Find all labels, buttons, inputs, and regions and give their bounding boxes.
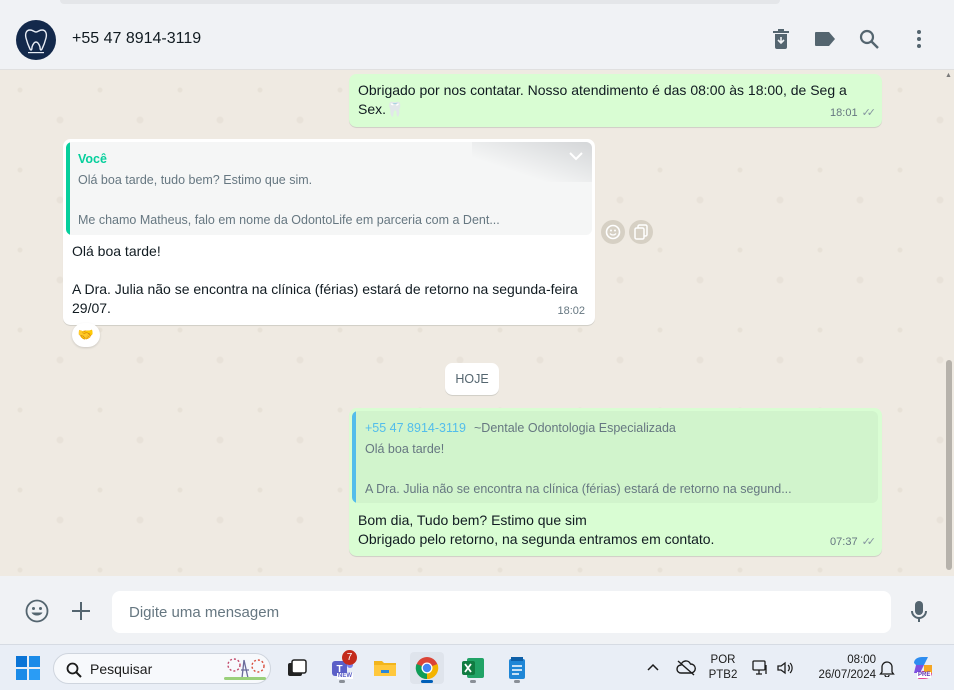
message-text: Olá boa tarde! — [72, 243, 161, 259]
message-composer — [0, 576, 954, 644]
running-indicator — [514, 680, 520, 683]
new-tag: NEW — [337, 673, 353, 679]
keyboard-layout: PTB2 — [708, 669, 738, 681]
quote-author: Você — [78, 152, 107, 166]
quote-text: Olá boa tarde! — [365, 442, 445, 456]
message-bubble-outgoing[interactable]: +55 47 8914-3119 ~Dentale Odontologia Es… — [349, 408, 882, 556]
folder-icon — [374, 661, 396, 676]
notification-badge: 7 — [342, 650, 357, 665]
contact-avatar[interactable] — [16, 20, 56, 60]
scroll-up-icon[interactable]: ▲ — [945, 72, 953, 80]
copy-icon — [634, 224, 648, 240]
windows-start-icon[interactable] — [16, 656, 40, 680]
quoted-message[interactable]: Você Olá boa tarde, tudo bem? Estimo que… — [66, 142, 592, 235]
scrollbar-thumb[interactable] — [946, 360, 952, 570]
delete-icon[interactable] — [769, 27, 793, 51]
quote-text: A Dra. Julia não se encontra na clínica … — [365, 482, 792, 496]
running-indicator — [339, 680, 345, 683]
quote-bar — [352, 411, 356, 503]
message-meta: 18:02 — [557, 302, 585, 321]
running-indicator — [470, 680, 476, 683]
tooth-logo-icon — [24, 29, 48, 54]
language-code: POR — [710, 654, 736, 666]
clock-date: 26/07/2024 — [818, 669, 876, 681]
quote-author-name: ~Dentale Odontologia Especializada — [474, 421, 676, 435]
label-icon[interactable] — [813, 27, 837, 51]
message-input[interactable] — [112, 591, 891, 633]
message-bubble-outgoing[interactable]: Obrigado por nos contatar. Nosso atendim… — [349, 74, 882, 127]
volume-icon[interactable] — [776, 659, 794, 677]
microphone-icon[interactable] — [909, 600, 929, 624]
quote-text: Me chamo Matheus, falo em nome da Odonto… — [78, 213, 500, 227]
attach-plus-icon[interactable] — [69, 599, 93, 623]
input-language[interactable]: POR PTB2 — [707, 653, 739, 683]
message-meta: 18:01 ✓✓ — [830, 104, 877, 123]
message-text: A Dra. Julia não se encontra na clínica … — [72, 281, 578, 297]
search-icon[interactable] — [857, 27, 881, 51]
task-view-icon — [288, 659, 307, 676]
windows-taskbar: Pesquisar T 7 NEW POR PTB2 08:00 26/07/2… — [0, 644, 954, 690]
handshake-icon: 🤝 — [77, 327, 95, 342]
taskbar-search[interactable]: Pesquisar — [53, 653, 271, 684]
file-explorer-button[interactable] — [368, 652, 402, 684]
top-strip-bar — [60, 0, 780, 4]
quoted-message[interactable]: +55 47 8914-3119 ~Dentale Odontologia Es… — [352, 411, 878, 503]
teams-app-button[interactable]: T 7 NEW — [325, 650, 359, 684]
chevron-up-icon[interactable] — [646, 660, 660, 674]
smiley-icon — [605, 224, 621, 240]
message-reaction[interactable]: 🤝 — [72, 323, 100, 347]
notification-bell-icon[interactable] — [879, 659, 895, 678]
double-check-icon: ✓✓ — [861, 107, 877, 119]
active-indicator — [421, 680, 433, 683]
quote-bar — [66, 142, 70, 235]
contact-name[interactable]: +55 47 8914-3119 — [72, 30, 201, 48]
message-time: 18:01 — [830, 107, 858, 119]
message-text: Obrigado por nos contatar. Nosso atendim… — [358, 82, 847, 98]
chat-header: +55 47 8914-3119 — [0, 9, 954, 70]
message-bubble-incoming[interactable]: Você Olá boa tarde, tudo bem? Estimo que… — [63, 139, 595, 325]
quote-text: Olá boa tarde, tudo bem? Estimo que sim. — [78, 173, 313, 187]
clock-time: 08:00 — [847, 654, 876, 666]
excel-app-button[interactable] — [456, 652, 490, 684]
chat-scrollbar[interactable]: ▲ — [945, 70, 954, 576]
cloud-offline-icon[interactable] — [676, 659, 696, 677]
day-divider: HOJE — [445, 363, 499, 395]
notepad-icon — [509, 657, 525, 679]
double-check-icon: ✓✓ — [861, 536, 877, 548]
chrome-icon — [415, 657, 439, 680]
menu-icon[interactable] — [907, 27, 931, 51]
window-top-strip — [0, 0, 954, 9]
quote-gradient — [472, 142, 592, 182]
excel-icon — [462, 658, 484, 678]
emoji-icon[interactable] — [25, 599, 49, 623]
message-text: 29/07. — [72, 300, 111, 316]
chevron-down-icon[interactable] — [568, 150, 584, 162]
notepad-app-button[interactable] — [500, 652, 534, 684]
quote-author: +55 47 8914-3119 — [365, 421, 466, 435]
taskbar-clock[interactable]: 08:00 26/07/2024 — [806, 653, 876, 683]
search-icon — [66, 662, 82, 678]
chat-area: Obrigado por nos contatar. Nosso atendim… — [0, 70, 954, 576]
copilot-icon[interactable]: PRE — [910, 655, 936, 681]
chrome-app-button[interactable] — [410, 652, 444, 684]
network-icon[interactable] — [752, 659, 770, 677]
search-highlight-icon — [224, 658, 266, 680]
taskbar-search-label: Pesquisar — [90, 661, 153, 677]
preview-tag: PRE — [917, 672, 932, 678]
emoji-react-button[interactable] — [601, 220, 625, 244]
task-view-button[interactable] — [280, 652, 314, 684]
message-text: Bom dia, Tudo bem? Estimo que sim — [358, 512, 587, 528]
message-time: 18:02 — [557, 305, 585, 317]
message-meta: 07:37 ✓✓ — [830, 533, 877, 552]
message-text: Sex.🦷 — [358, 101, 404, 117]
forward-button[interactable] — [629, 220, 653, 244]
message-text: Obrigado pelo retorno, na segunda entram… — [358, 531, 715, 547]
message-time: 07:37 — [830, 536, 858, 548]
